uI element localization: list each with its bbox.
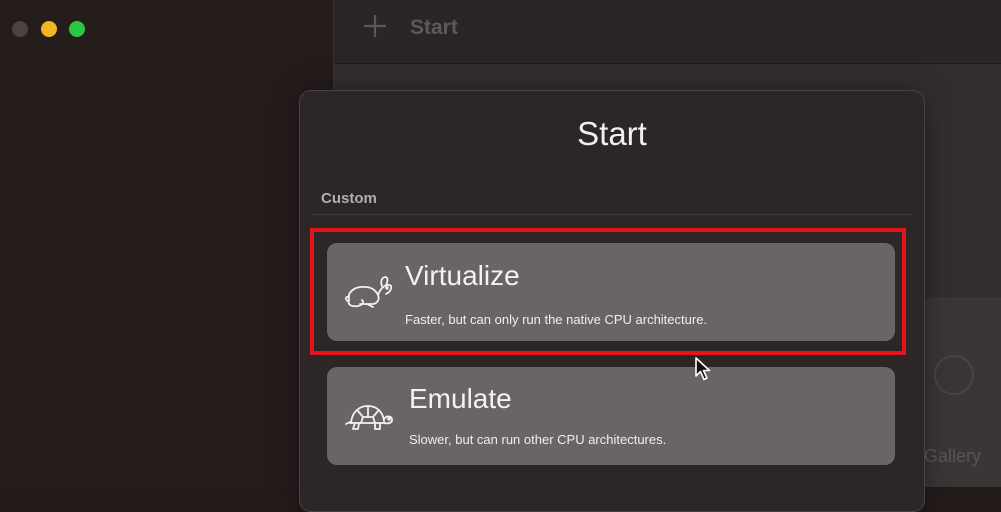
emulate-title: Emulate	[409, 383, 512, 414]
gallery-label: Gallery	[924, 446, 982, 466]
window-minimize-button[interactable]	[41, 21, 57, 37]
section-label-custom: Custom	[321, 190, 377, 207]
window-maximize-button[interactable]	[69, 21, 85, 37]
section-divider	[312, 214, 912, 215]
sidebar	[0, 0, 333, 487]
dialog-title: Start	[577, 115, 647, 152]
toolbar: Start	[334, 0, 1001, 64]
plus-icon[interactable]	[362, 13, 388, 39]
mouse-pointer-icon	[695, 357, 711, 381]
annotation-highlight-box	[310, 228, 906, 355]
turtle-icon	[345, 405, 393, 430]
emulate-option-button[interactable]: Emulate Slower, but can run other CPU ar…	[327, 367, 895, 465]
emulate-description: Slower, but can run other CPU architectu…	[409, 432, 667, 447]
background-circle-icon	[934, 355, 974, 395]
window-close-button[interactable]	[12, 21, 28, 37]
toolbar-title: Start	[410, 16, 458, 39]
